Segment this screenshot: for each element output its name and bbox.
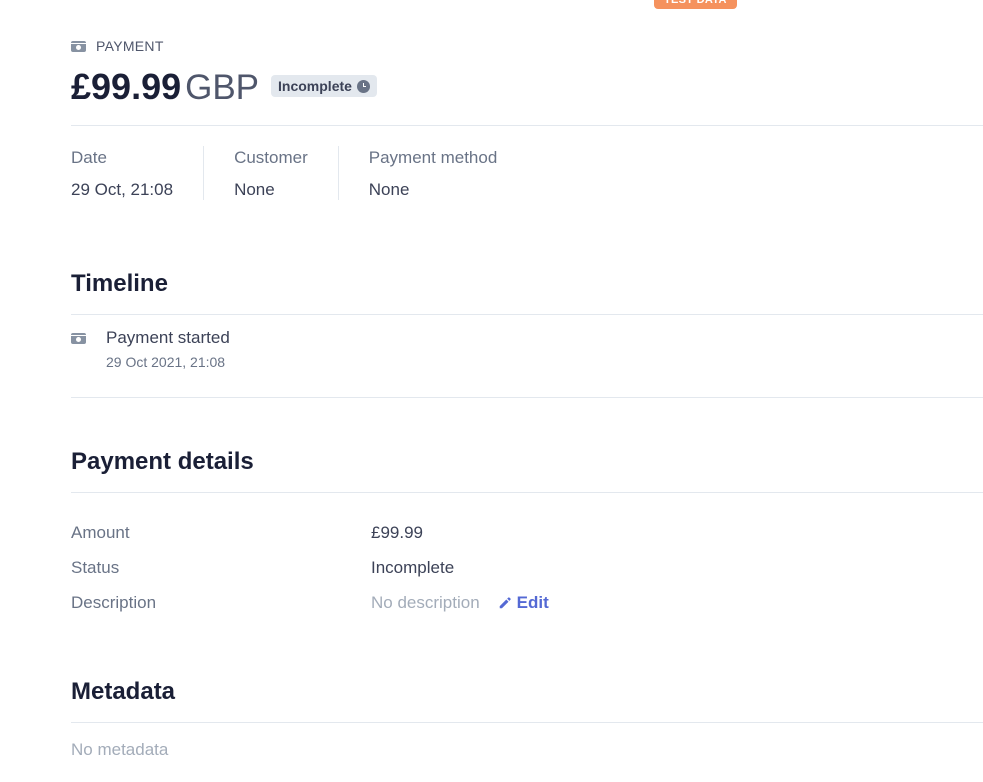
summary-customer-value: None [234,180,275,199]
payment-details-divider [71,492,983,493]
timeline-divider [71,314,983,315]
detail-row-amount: Amount £99.99 [71,515,983,550]
detail-label: Status [71,557,120,577]
edit-description-button[interactable]: Edit [498,593,549,613]
status-badge[interactable]: Incomplete [271,75,377,97]
summary-customer-label: Customer [234,148,308,167]
header-divider [71,125,983,126]
detail-row-description: Description No description Edit [71,585,983,620]
timeline-item-title: Payment started [106,328,230,347]
payment-kind: PAYMENT [71,38,164,54]
payment-amount: £99.99 [71,66,182,107]
timeline-item: Payment started 29 Oct 2021, 21:08 [71,328,230,370]
payment-amount-row: £99.99 GBP Incomplete [71,66,377,108]
summary-customer: Customer None [234,146,339,200]
edit-label: Edit [516,592,549,612]
timeline-item-text: Payment started 29 Oct 2021, 21:08 [106,328,230,370]
detail-value: £99.99 [371,522,423,542]
payment-kind-label: PAYMENT [96,38,164,54]
status-badge-label: Incomplete [278,78,352,94]
detail-label: Description [71,592,157,612]
detail-value: Incomplete [371,557,455,577]
payment-icon [71,40,86,52]
summary-date-label: Date [71,148,107,167]
payment-icon [71,333,86,344]
summary-payment-method: Payment method None [369,146,528,200]
summary-date-value: 29 Oct, 21:08 [71,180,174,199]
timeline-title: Timeline [71,270,168,297]
summary-date: Date 29 Oct, 21:08 [71,146,205,200]
detail-label: Amount [71,522,130,542]
detail-value-description: No description Edit [371,593,549,613]
payment-details-list: Amount £99.99 Status Incomplete Descript… [71,515,983,620]
clock-icon [356,79,370,93]
pencil-icon [499,596,511,608]
payment-details-title: Payment details [71,448,254,475]
detail-row-status: Status Incomplete [71,550,983,585]
payment-page: TEST DATA PAYMENT £99.99 GBP Incomplete … [0,0,983,782]
timeline-bottom-divider [71,397,983,398]
payment-summary: Date 29 Oct, 21:08 Customer None Payment… [71,146,557,200]
summary-payment-method-label: Payment method [368,148,498,167]
metadata-title: Metadata [71,678,176,705]
description-placeholder: No description [371,592,480,612]
test-data-badge: TEST DATA [654,0,737,9]
summary-payment-method-value: None [368,180,410,199]
payment-currency: GBP [185,68,260,107]
metadata-empty: No metadata [71,740,169,759]
metadata-divider [71,722,983,723]
timeline-item-date: 29 Oct 2021, 21:08 [106,354,226,370]
